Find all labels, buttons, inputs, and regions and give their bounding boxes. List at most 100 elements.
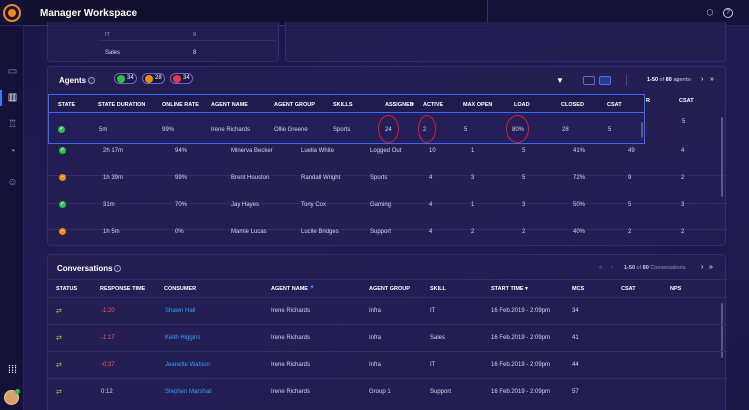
header-active[interactable]: ACTIVE: [423, 102, 443, 108]
card-view-icon[interactable]: [583, 76, 595, 85]
skill: Sales: [430, 335, 446, 341]
scrollbar[interactable]: [721, 117, 723, 197]
header-response-time[interactable]: RESPONSE TIME: [100, 286, 145, 292]
duration: 2h 17m: [103, 148, 124, 154]
online-count-badge[interactable]: 34: [114, 73, 137, 84]
offline-icon: [173, 75, 181, 83]
divider: [48, 378, 727, 379]
status-online-icon: ✓: [59, 201, 66, 208]
selected-agent-overlay[interactable]: STATE STATE DURATION ONLINE RATE AGENT N…: [48, 94, 645, 144]
header-mcs[interactable]: MCS: [572, 286, 584, 292]
skill: Support: [430, 389, 452, 395]
skills: Gaming: [370, 202, 392, 208]
agent-group: Infra: [369, 335, 382, 341]
header-state-duration[interactable]: STATE DURATION: [98, 102, 145, 108]
csat: 4: [681, 148, 685, 154]
start-time: 16 Feb.2019 - 2:09pm: [491, 335, 551, 341]
filter-icon[interactable]: ▼: [309, 285, 315, 291]
assigned: 4: [429, 202, 433, 208]
page-nav-prev-icon[interactable]: ‹: [611, 265, 613, 271]
page-nav-next-icon[interactable]: ›: [701, 264, 703, 271]
agent-name: Irene Richards: [271, 389, 311, 395]
consumer-link[interactable]: Jeanette Watson: [165, 362, 210, 368]
header-agent-group[interactable]: AGENT GROUP: [369, 286, 410, 292]
help-icon[interactable]: ?: [723, 8, 733, 18]
agent-name: Irene Richards: [211, 127, 251, 133]
users-icon[interactable]: ☺: [6, 177, 19, 189]
agent-group: Luella White: [301, 148, 335, 154]
agent-group: Infra: [369, 362, 382, 368]
analytics-icon[interactable]: ▥: [6, 92, 19, 104]
header-agent-name[interactable]: AGENT NAME: [211, 102, 248, 108]
header-online-rate[interactable]: ONLINE RATE: [162, 102, 199, 108]
start-time: 16 Feb.2019 - 2:09pm: [491, 389, 551, 395]
load: 41%: [573, 148, 586, 154]
header-consumer[interactable]: CONSUMER: [164, 286, 196, 292]
header-status[interactable]: STATUS: [56, 286, 77, 292]
response-time: -1:17: [101, 335, 115, 341]
page-nav-last-icon[interactable]: »: [710, 76, 714, 83]
closed: 28: [562, 127, 569, 133]
scrollbar[interactable]: [721, 303, 723, 358]
highlight-circle: [506, 115, 529, 143]
table-view-icon[interactable]: [599, 76, 611, 85]
consumer-link[interactable]: Stephen Marshall: [165, 389, 212, 395]
mcs: 41: [572, 335, 579, 341]
away-count-badge[interactable]: 28: [142, 73, 165, 84]
max-open: 5: [522, 175, 526, 181]
messages-icon[interactable]: ▭: [6, 66, 19, 78]
header-max-open[interactable]: MAX OPEN: [463, 102, 492, 108]
trophy-icon[interactable]: ♖: [6, 119, 19, 131]
header-skill[interactable]: SKILL: [430, 286, 446, 292]
chart-panel-partial: [285, 22, 726, 62]
scrollbar[interactable]: [641, 122, 643, 138]
skills: Support: [370, 229, 392, 235]
highlight-circle: [378, 115, 399, 143]
header-csat[interactable]: CSAT: [621, 286, 636, 292]
conversations-panel: Conversations i « ‹ 1-50 of 80 Conversat…: [47, 254, 727, 410]
skills: Sports: [333, 127, 351, 133]
page-nav-last-icon[interactable]: »: [709, 264, 713, 271]
transfer-icon: ⇄: [56, 362, 62, 369]
header-agent-group[interactable]: AGENT GROUP: [274, 102, 315, 108]
page-total: 80: [665, 77, 672, 83]
info-icon[interactable]: i: [88, 77, 95, 84]
agent-group: Infra: [369, 308, 382, 314]
header-nps[interactable]: NPS: [670, 286, 681, 292]
cube-icon[interactable]: ⬡: [705, 8, 715, 18]
active: 3: [471, 175, 475, 181]
header-skills[interactable]: SKILLS: [333, 102, 353, 108]
duration: 1h 5m: [103, 229, 120, 235]
transfer-icon: ⇄: [56, 389, 62, 396]
agent-name: Minerva Becker: [231, 148, 273, 154]
duration: 31m: [103, 202, 115, 208]
clock-icon[interactable]: ◔: [6, 146, 19, 158]
header-closed[interactable]: CLOSED: [561, 102, 584, 108]
sort-desc-icon[interactable]: ▼: [524, 286, 529, 292]
load: 50%: [573, 202, 586, 208]
load: 40%: [573, 229, 586, 235]
page-nav-first-icon[interactable]: «: [599, 265, 602, 271]
sort-desc-icon[interactable]: ▼: [410, 102, 415, 108]
apps-grid-icon[interactable]: ⁞⁞⁞: [6, 364, 19, 376]
filter-icon[interactable]: ▼: [556, 76, 564, 85]
online-rate: 99%: [162, 127, 175, 133]
agent-group: Tony Cox: [301, 202, 327, 208]
header-state[interactable]: STATE: [58, 102, 75, 108]
info-icon[interactable]: i: [114, 265, 121, 272]
header-csat[interactable]: CSAT: [607, 102, 622, 108]
page-nav-prev-icon[interactable]: ‹: [690, 77, 692, 83]
agent-name: Mamie Lucas: [231, 229, 267, 235]
start-time: 16 Feb.2019 - 2:09pm: [491, 308, 551, 314]
header-start-time[interactable]: START TIME: [491, 286, 524, 292]
header-agent-name[interactable]: AGENT NAME: [271, 286, 308, 292]
consumer-link[interactable]: Shawn Hall: [165, 308, 195, 314]
header-load[interactable]: LOAD: [514, 102, 530, 108]
load: 72%: [573, 175, 586, 181]
summary-value: 8: [193, 50, 197, 56]
offline-count-badge[interactable]: 34: [170, 73, 193, 84]
page-nav-next-icon[interactable]: ›: [701, 76, 703, 83]
consumer-link[interactable]: Keith Higgins: [165, 335, 200, 341]
skills: Sports: [370, 175, 388, 181]
divider: [48, 351, 727, 352]
